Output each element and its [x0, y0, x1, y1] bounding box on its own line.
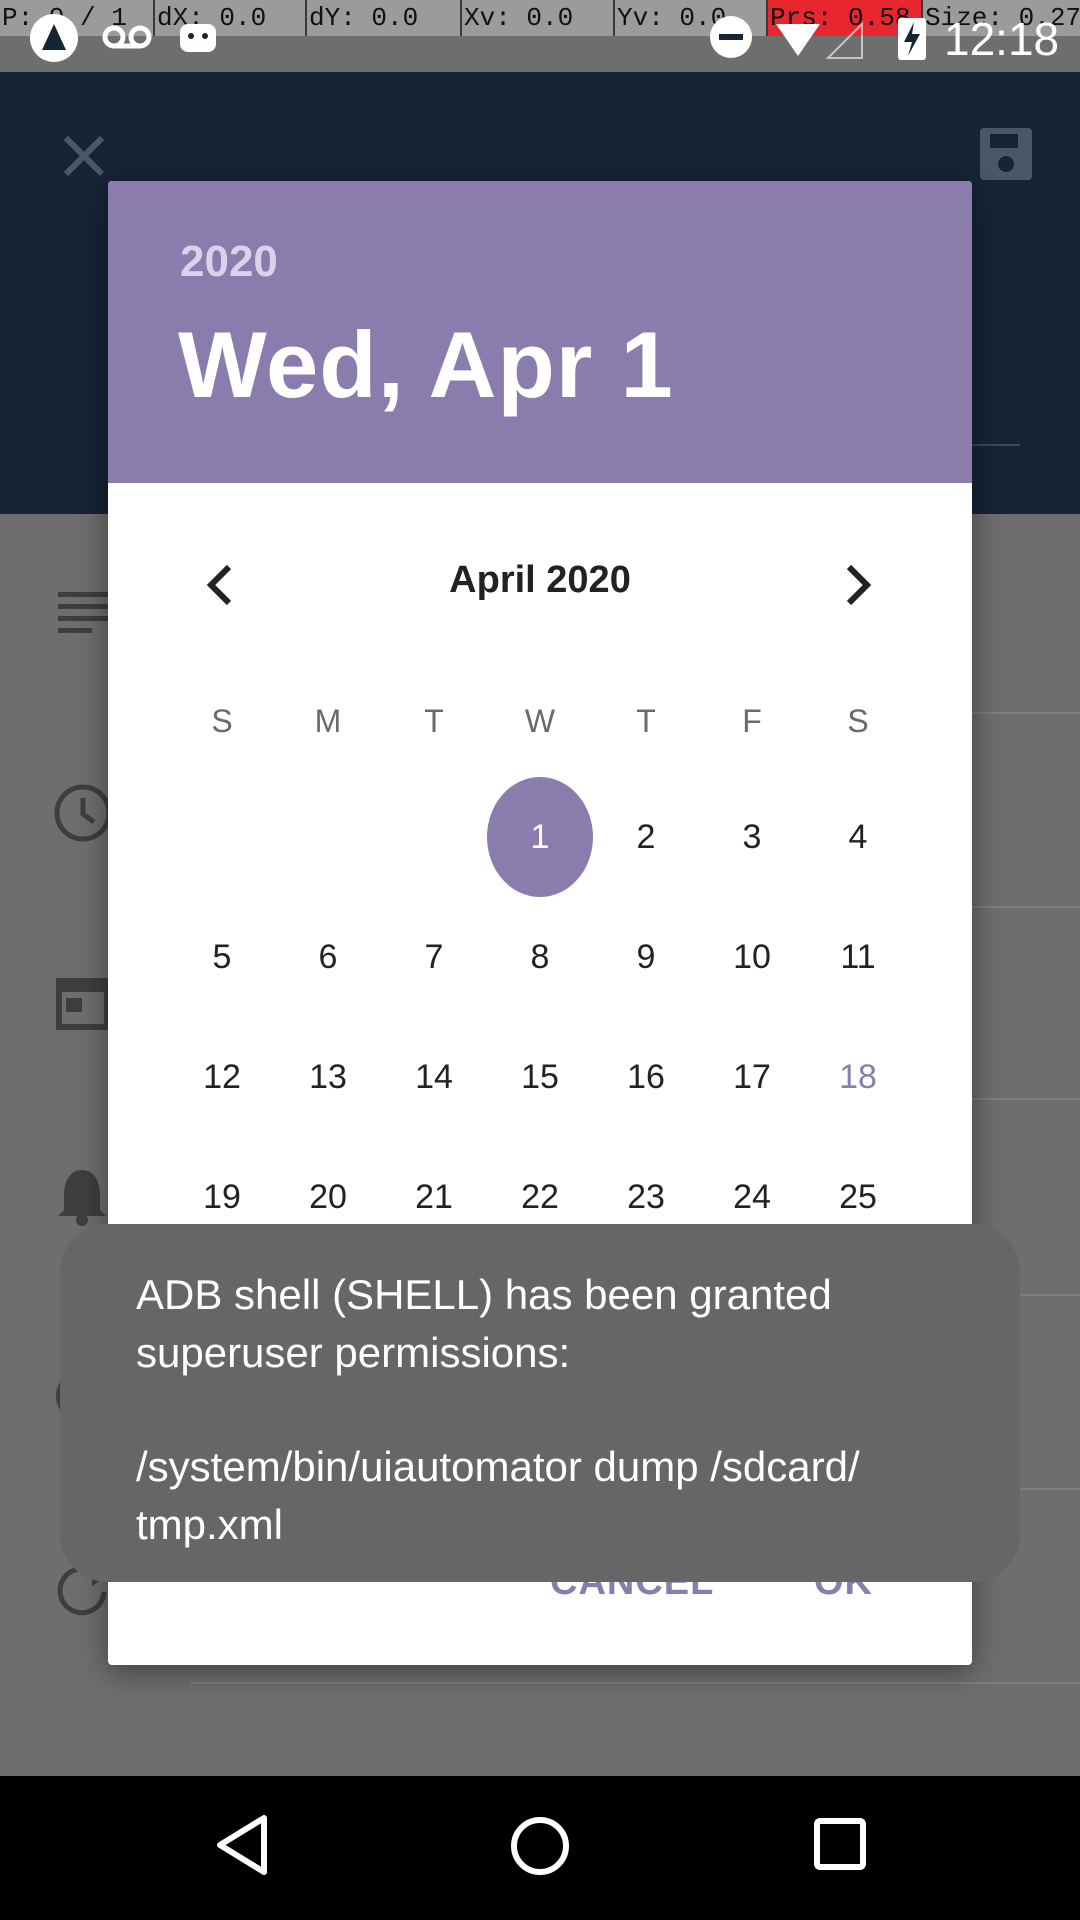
next-month-button[interactable]	[818, 545, 898, 625]
close-icon[interactable]	[60, 132, 108, 180]
app-icon	[30, 14, 78, 62]
chevron-right-icon	[846, 564, 872, 606]
day-number: 13	[309, 1057, 347, 1096]
day-number: 18	[839, 1057, 877, 1096]
day-number: 10	[733, 937, 771, 976]
weekday-label: S	[847, 703, 869, 739]
weekday-label: W	[524, 703, 556, 739]
toast-line: /system/bin/uiautomator dump /sdcard/	[136, 1443, 860, 1490]
toast-line: tmp.xml	[136, 1501, 283, 1548]
day-number: 11	[840, 937, 876, 976]
day-number: 9	[636, 937, 656, 976]
notes-icon	[58, 592, 110, 633]
day-number: 22	[521, 1177, 559, 1216]
weekday-header-row: S M T W T F S	[169, 703, 911, 740]
empty-day-cell	[275, 777, 381, 897]
status-bar: 12:18	[0, 0, 1080, 72]
week-row: 1 2 3 4	[169, 777, 911, 897]
superuser-toast: ADB shell (SHELL) has been granted super…	[60, 1224, 1020, 1582]
weekday-label: T	[424, 703, 444, 739]
toast-line: ADB shell (SHELL) has been granted	[136, 1271, 832, 1318]
day-cell[interactable]: 14	[381, 1017, 487, 1137]
day-cell[interactable]: 6	[275, 897, 381, 1017]
day-number: 8	[530, 937, 550, 976]
weekday-label: F	[742, 703, 762, 739]
day-cell[interactable]: 2	[593, 777, 699, 897]
day-number: 23	[627, 1177, 665, 1216]
navigation-bar	[0, 1776, 1080, 1920]
day-number: 12	[203, 1057, 241, 1096]
day-number: 16	[627, 1057, 665, 1096]
recents-icon[interactable]	[814, 1818, 866, 1870]
day-number: 15	[521, 1057, 559, 1096]
day-cell[interactable]: 9	[593, 897, 699, 1017]
weekday-label: S	[211, 703, 233, 739]
day-number: 2	[636, 817, 656, 856]
year-label[interactable]: 2020	[180, 237, 278, 287]
day-number: 4	[848, 817, 868, 856]
day-cell[interactable]: 17	[699, 1017, 805, 1137]
day-number: 21	[415, 1177, 453, 1216]
save-icon[interactable]	[978, 126, 1034, 182]
home-icon[interactable]	[510, 1816, 570, 1876]
clock-time: 12:18	[944, 13, 1060, 65]
day-number: 3	[742, 817, 762, 856]
day-number: 5	[212, 937, 232, 976]
day-cell[interactable]: 5	[169, 897, 275, 1017]
day-cell[interactable]: 3	[699, 777, 805, 897]
day-cell[interactable]: 18	[805, 1017, 911, 1137]
bell-icon	[58, 1170, 106, 1226]
weekday-label: T	[636, 703, 656, 739]
week-row: 5 6 7 8 9 10 11	[169, 897, 911, 1017]
day-cell[interactable]: 12	[169, 1017, 275, 1137]
date-picker-header: 2020 Wed, Apr 1	[108, 181, 972, 483]
voicemail-icon	[102, 25, 152, 49]
day-number: 7	[424, 937, 444, 976]
day-cell[interactable]: 13	[275, 1017, 381, 1137]
empty-day-cell	[381, 777, 487, 897]
day-cell[interactable]: 1	[487, 777, 593, 897]
selected-date-label[interactable]: Wed, Apr 1	[178, 311, 674, 419]
day-cell[interactable]: 16	[593, 1017, 699, 1137]
day-cell[interactable]: 11	[805, 897, 911, 1017]
day-number: 24	[733, 1177, 771, 1216]
day-cell[interactable]: 15	[487, 1017, 593, 1137]
day-number: 20	[309, 1177, 347, 1216]
android-icon	[180, 24, 216, 52]
day-number: 1	[487, 777, 593, 897]
day-number: 25	[839, 1177, 877, 1216]
clock-icon	[54, 784, 112, 842]
battery-charging-icon	[898, 18, 926, 60]
day-cell[interactable]: 10	[699, 897, 805, 1017]
day-cell[interactable]: 7	[381, 897, 487, 1017]
empty-day-cell	[169, 777, 275, 897]
day-cell[interactable]: 4	[805, 777, 911, 897]
weekday-label: M	[314, 703, 342, 739]
day-number: 17	[733, 1057, 771, 1096]
day-number: 19	[203, 1177, 241, 1216]
day-number: 14	[415, 1057, 453, 1096]
day-cell[interactable]: 8	[487, 897, 593, 1017]
toast-line: superuser permissions:	[136, 1329, 571, 1376]
wifi-icon	[776, 21, 863, 59]
week-row: 12 13 14 15 16 17 18	[169, 1017, 911, 1137]
calendar-icon	[56, 978, 110, 1030]
day-number: 6	[318, 937, 338, 976]
do-not-disturb-icon	[710, 16, 752, 58]
back-icon[interactable]	[214, 1814, 270, 1876]
divider	[190, 1682, 1080, 1684]
